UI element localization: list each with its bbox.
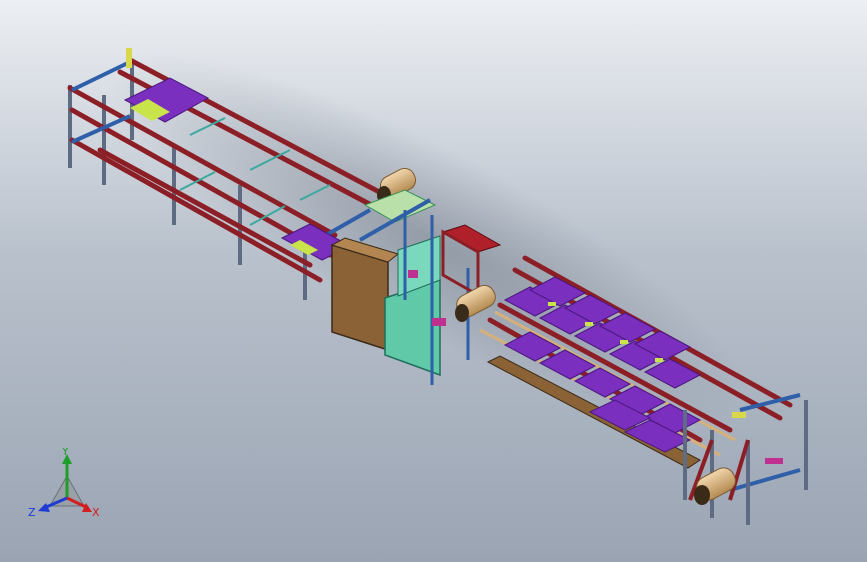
left-end-bracket xyxy=(126,48,132,68)
magenta-part xyxy=(432,318,446,326)
cad-viewport[interactable]: Y X Z xyxy=(0,0,867,562)
conveyor-assembly-model[interactable] xyxy=(0,0,867,562)
magenta-part-2 xyxy=(408,270,418,278)
x-axis-label: X xyxy=(92,506,100,519)
z-axis-label: Z xyxy=(28,506,36,519)
right-yellow-bracket xyxy=(732,412,746,418)
brown-side-panel xyxy=(331,243,389,352)
xyz-triad-icon: Y X Z xyxy=(28,448,100,519)
y-axis-label: Y xyxy=(61,448,69,458)
right-magenta-part xyxy=(765,458,783,464)
